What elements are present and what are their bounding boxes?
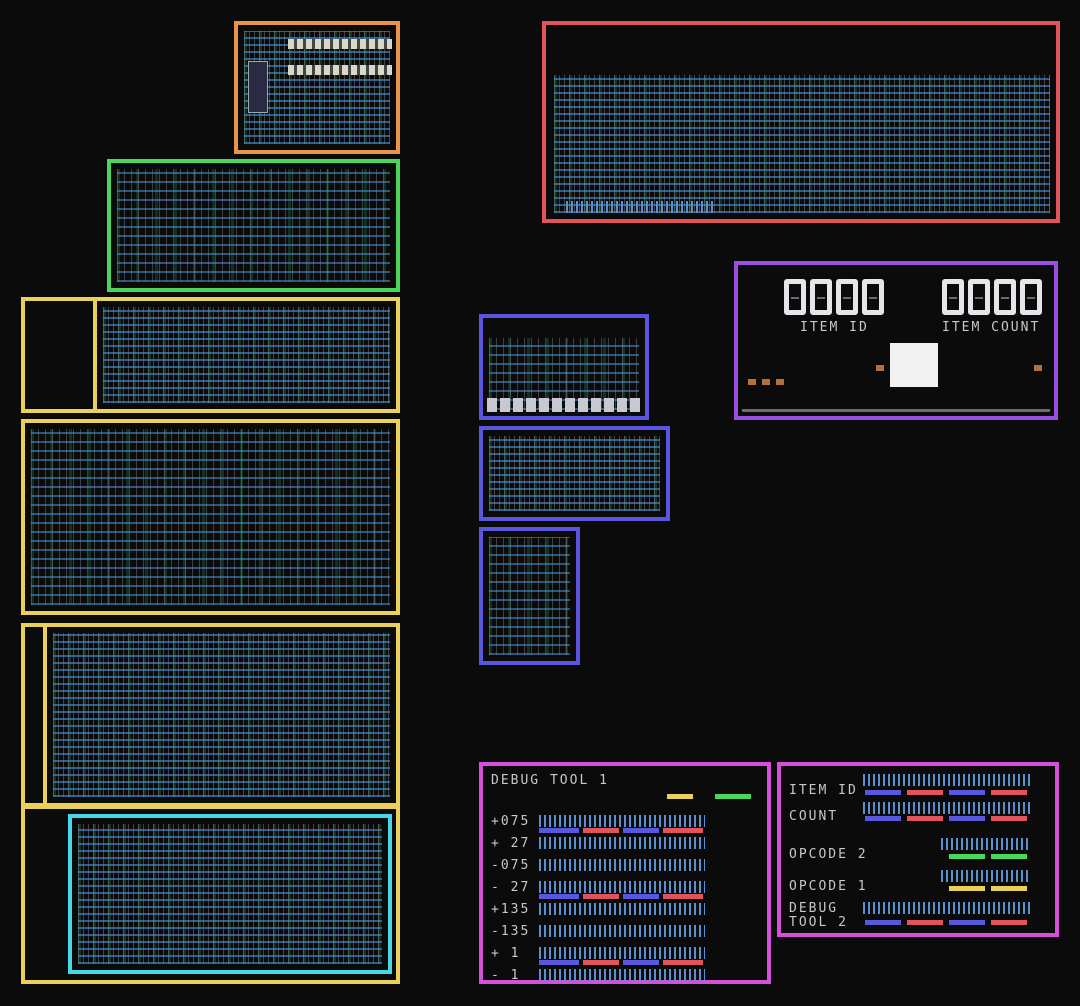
memory-strip-2: [288, 65, 392, 75]
chip: [776, 379, 784, 385]
bit-bar-red: [907, 816, 943, 821]
bit-bar-red: [907, 920, 943, 925]
count-row-label: COUNT: [789, 809, 839, 824]
digit: [784, 279, 806, 315]
bit-bar-red: [663, 828, 703, 833]
bit-bar-red: [583, 960, 619, 965]
debug-tool-1-title: DEBUG TOOL 1: [491, 773, 609, 788]
debug-row-label: - 27: [491, 880, 531, 895]
digit: [862, 279, 884, 315]
baseline: [742, 409, 1050, 412]
bit-bar-red: [663, 960, 703, 965]
bit-bar-blue: [865, 816, 901, 821]
digit: [836, 279, 858, 315]
chip: [762, 379, 770, 385]
register-row: [539, 815, 705, 827]
region-blue-module-1[interactable]: [479, 314, 649, 420]
preview-screen-icon: [890, 343, 938, 387]
debug-row-label: +135: [491, 902, 531, 917]
mini-screen-icon: [248, 61, 268, 113]
bit-bar-red: [663, 894, 703, 899]
debug-row-label: + 1: [491, 946, 521, 961]
indicator-green: [715, 794, 751, 799]
bit-bar-blue: [949, 816, 985, 821]
bit-bar-blue: [539, 828, 579, 833]
bit-bar-blue: [623, 828, 659, 833]
item-id-display: [784, 279, 884, 315]
bit-bar-green: [991, 854, 1027, 859]
debug-row-label: -075: [491, 858, 531, 873]
debug-tool-2[interactable]: ITEM ID COUNT OPCODE 2 OPCODE 1 DEBUG TO…: [777, 762, 1059, 937]
count-register: [863, 802, 1033, 814]
digit: [968, 279, 990, 315]
region-blue-module-2[interactable]: [479, 426, 670, 521]
region-yellow-module-2[interactable]: [21, 419, 400, 615]
register-strip: [487, 398, 643, 412]
bit-bar-blue: [865, 790, 901, 795]
debug-tool-2-title-2: TOOL 2: [789, 915, 848, 930]
bit-bar-yellow: [991, 886, 1027, 891]
debug-row-label: -135: [491, 924, 531, 939]
region-yellow-module-3[interactable]: [21, 623, 400, 807]
bit-bar-blue: [865, 920, 901, 925]
chip: [1034, 365, 1042, 371]
bus-strip: [566, 201, 716, 213]
region-green-module[interactable]: [107, 159, 400, 292]
region-item-display[interactable]: ITEM ID ITEM COUNT: [734, 261, 1058, 420]
divider: [43, 627, 47, 803]
bit-bar-yellow: [949, 886, 985, 891]
debug-row-label: +075: [491, 814, 531, 829]
debug-tool-2-register: [863, 902, 1033, 914]
bit-bar-blue: [949, 790, 985, 795]
region-cyan-module[interactable]: [68, 814, 392, 974]
divider: [93, 301, 97, 409]
debug-tool-2-title: DEBUG: [789, 901, 839, 916]
item-count-display: [942, 279, 1042, 315]
opcode-2-register: [941, 838, 1029, 850]
bit-bar-red: [583, 894, 619, 899]
opcode-1-label: OPCODE 1: [789, 879, 868, 894]
register-row: [539, 947, 705, 959]
bit-bar-blue: [623, 894, 659, 899]
debug-row-label: + 27: [491, 836, 531, 851]
register-row: [539, 881, 705, 893]
debug-row-label: - 1: [491, 968, 521, 983]
bit-bar-red: [907, 790, 943, 795]
region-yellow-module-1[interactable]: [21, 297, 400, 413]
chip: [748, 379, 756, 385]
digit: [994, 279, 1016, 315]
register-row: [539, 925, 705, 937]
region-red-module[interactable]: [542, 21, 1060, 223]
memory-strip: [288, 39, 392, 49]
bit-bar-red: [991, 816, 1027, 821]
digit: [1020, 279, 1042, 315]
item-count-label: ITEM COUNT: [942, 320, 1041, 335]
register-row: [539, 859, 705, 871]
register-row: [539, 969, 705, 981]
bit-bar-blue: [623, 960, 659, 965]
item-id-label: ITEM ID: [800, 320, 869, 335]
digit: [942, 279, 964, 315]
register-row: [539, 837, 705, 849]
region-blue-module-3[interactable]: [479, 527, 580, 665]
digit: [810, 279, 832, 315]
bit-bar-green: [949, 854, 985, 859]
debug-tool-1[interactable]: DEBUG TOOL 1 +075 + 27 -075 - 27 +135 -1…: [479, 762, 771, 984]
bit-bar-blue: [539, 894, 579, 899]
opcode-2-label: OPCODE 2: [789, 847, 868, 862]
bit-bar-blue: [539, 960, 579, 965]
register-row: [539, 903, 705, 915]
bit-bar-red: [991, 920, 1027, 925]
item-id-row-label: ITEM ID: [789, 783, 858, 798]
item-id-register: [863, 774, 1033, 786]
region-orange-module[interactable]: [234, 21, 400, 154]
opcode-1-register: [941, 870, 1029, 882]
chip: [876, 365, 884, 371]
bit-bar-blue: [949, 920, 985, 925]
bit-bar-red: [991, 790, 1027, 795]
indicator-yellow: [667, 794, 693, 799]
bit-bar-red: [583, 828, 619, 833]
